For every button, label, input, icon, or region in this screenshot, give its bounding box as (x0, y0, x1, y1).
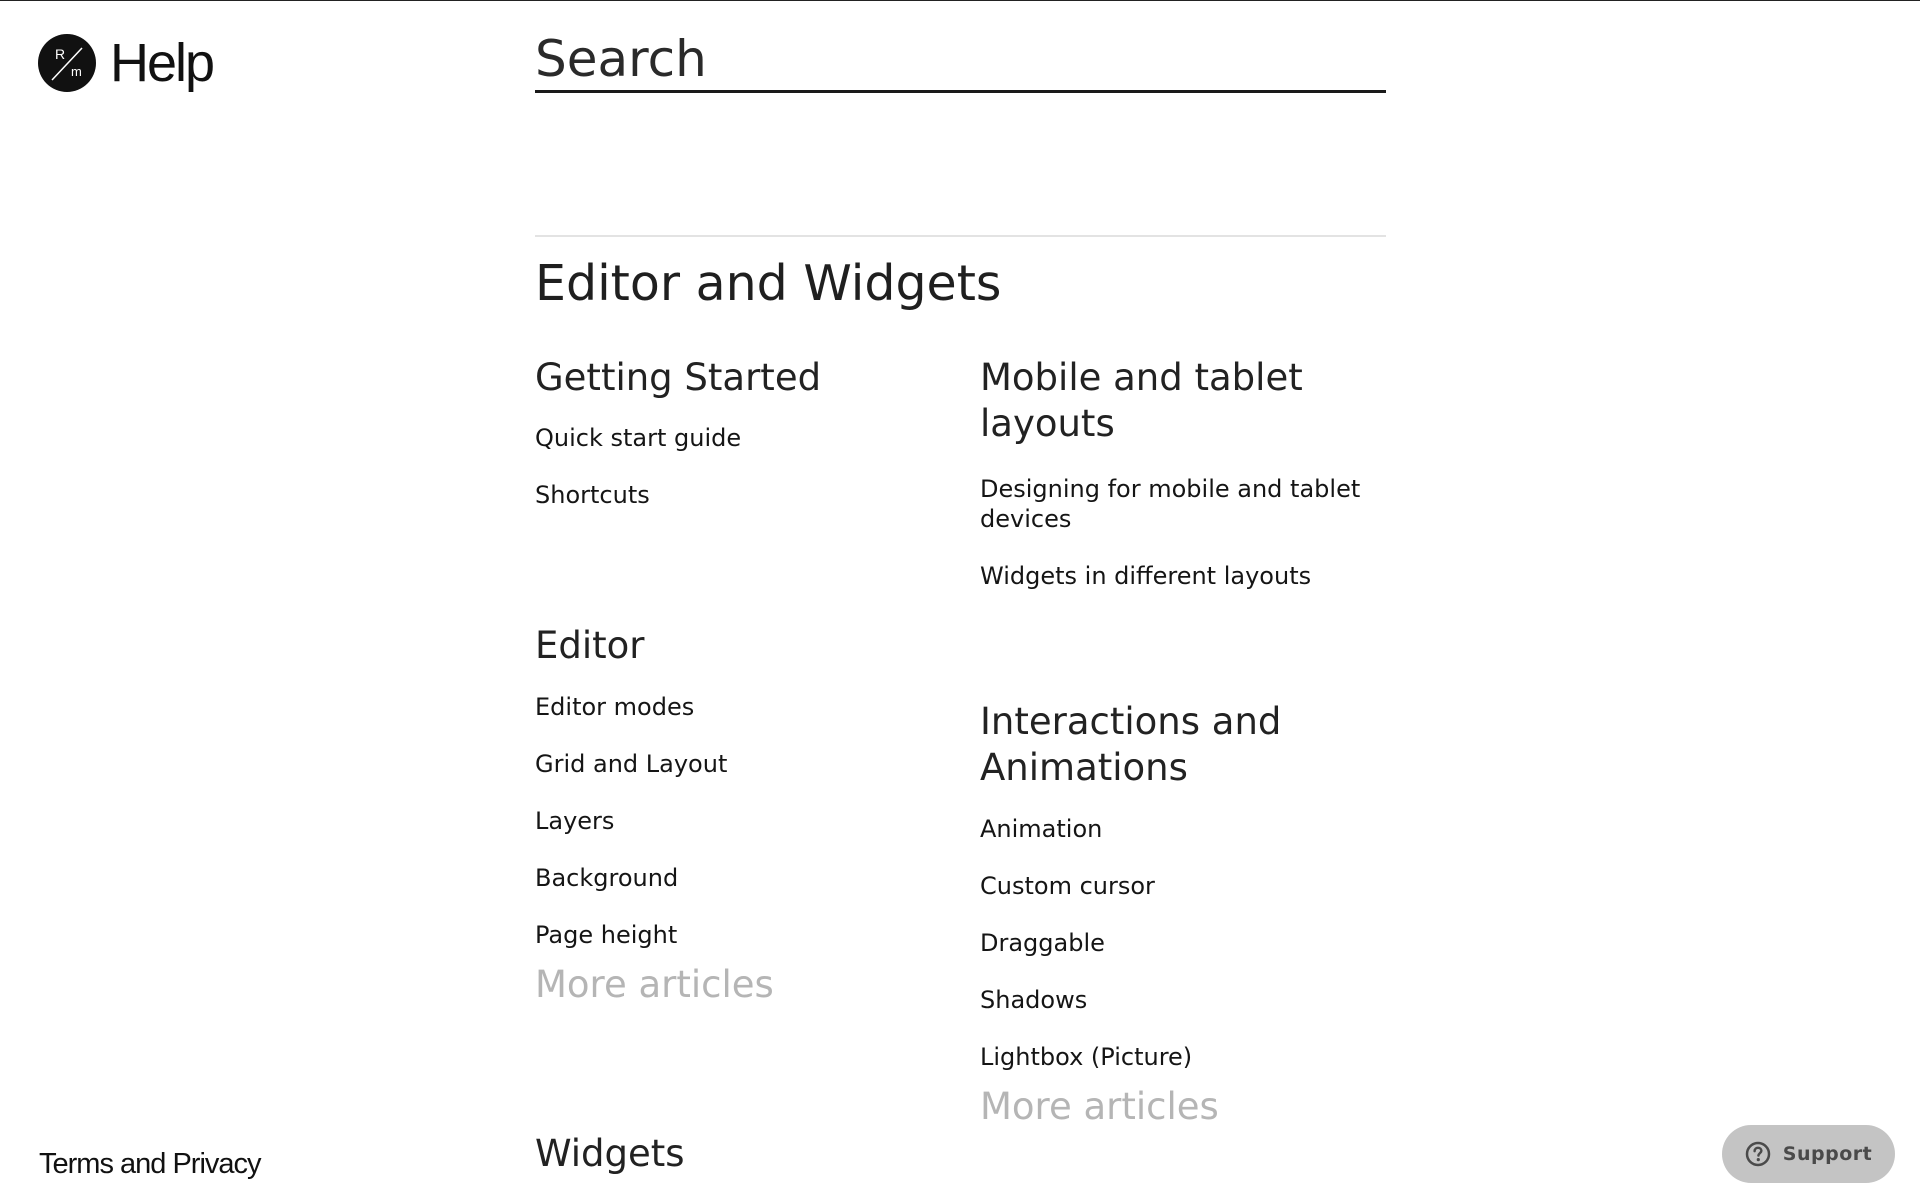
article-link-widgets-in-different-layouts[interactable]: Widgets in different layouts (980, 561, 1380, 591)
article-link-custom-cursor[interactable]: Custom cursor (980, 871, 1380, 901)
logo-badge-top: R (55, 46, 65, 62)
list-item: Page height (535, 920, 955, 950)
logo-text: Help (110, 33, 215, 93)
article-list: Editor modes Grid and Layout Layers Back… (535, 692, 955, 950)
list-item: Editor modes (535, 692, 955, 722)
article-link-shadows[interactable]: Shadows (980, 985, 1380, 1015)
list-item: Shortcuts (535, 480, 955, 510)
list-item: Shadows (980, 985, 1380, 1015)
more-articles-link-interactions[interactable]: More articles (980, 1084, 1380, 1130)
list-item: Widgets in different layouts (980, 561, 1380, 591)
content-divider (535, 235, 1386, 237)
support-button[interactable]: Support (1722, 1125, 1895, 1183)
section-interactions-and-animations: Interactions and Animations Animation Cu… (980, 699, 1380, 1130)
section-getting-started: Getting Started Quick start guide Shortc… (535, 355, 955, 510)
article-link-page-height[interactable]: Page height (535, 920, 955, 950)
list-item: Animation (980, 814, 1380, 844)
article-link-shortcuts[interactable]: Shortcuts (535, 480, 955, 510)
rm-logo-icon: R m (38, 34, 96, 92)
section-title: Interactions and Animations (980, 700, 1282, 789)
list-item: Draggable (980, 928, 1380, 958)
home-logo-link[interactable]: R m Help (38, 33, 215, 93)
article-link-quick-start-guide[interactable]: Quick start guide (535, 423, 955, 453)
list-item: Background (535, 863, 955, 893)
article-list: Quick start guide Shortcuts (535, 423, 955, 510)
section-editor: Editor Editor modes Grid and Layout Laye… (535, 623, 955, 1008)
article-link-designing-for-mobile[interactable]: Designing for mobile and tablet devices (980, 474, 1380, 534)
list-item: Designing for mobile and tablet devices (980, 474, 1380, 534)
list-item: Lightbox (Picture) (980, 1042, 1380, 1072)
logo-badge-bottom: m (71, 64, 82, 79)
article-link-editor-modes[interactable]: Editor modes (535, 692, 955, 722)
section-widgets: Widgets (535, 1131, 955, 1177)
article-link-grid-and-layout[interactable]: Grid and Layout (535, 749, 955, 779)
article-link-background[interactable]: Background (535, 863, 955, 893)
article-list: Animation Custom cursor Draggable Shadow… (980, 814, 1380, 1072)
list-item: Layers (535, 806, 955, 836)
search-bar (535, 29, 1386, 93)
section-title: Mobile and tablet layouts (980, 356, 1303, 445)
search-input[interactable] (535, 29, 1386, 89)
article-link-animation[interactable]: Animation (980, 814, 1380, 844)
section-mobile-and-tablet-layouts: Mobile and tablet layouts Designing for … (980, 355, 1380, 591)
section-title: Widgets (535, 1132, 685, 1175)
question-circle-icon (1745, 1141, 1771, 1167)
article-link-lightbox-picture[interactable]: Lightbox (Picture) (980, 1042, 1380, 1072)
article-link-draggable[interactable]: Draggable (980, 928, 1380, 958)
section-title: Getting Started (535, 356, 822, 399)
support-label: Support (1782, 1143, 1873, 1165)
page-title: Editor and Widgets (535, 255, 1002, 312)
terms-and-privacy-link[interactable]: Terms and Privacy (39, 1148, 262, 1181)
list-item: Grid and Layout (535, 749, 955, 779)
list-item: Quick start guide (535, 423, 955, 453)
more-articles-link-editor[interactable]: More articles (535, 962, 955, 1008)
list-item: Custom cursor (980, 871, 1380, 901)
article-list: Designing for mobile and tablet devices … (980, 474, 1380, 591)
article-link-layers[interactable]: Layers (535, 806, 955, 836)
section-title: Editor (535, 624, 645, 667)
